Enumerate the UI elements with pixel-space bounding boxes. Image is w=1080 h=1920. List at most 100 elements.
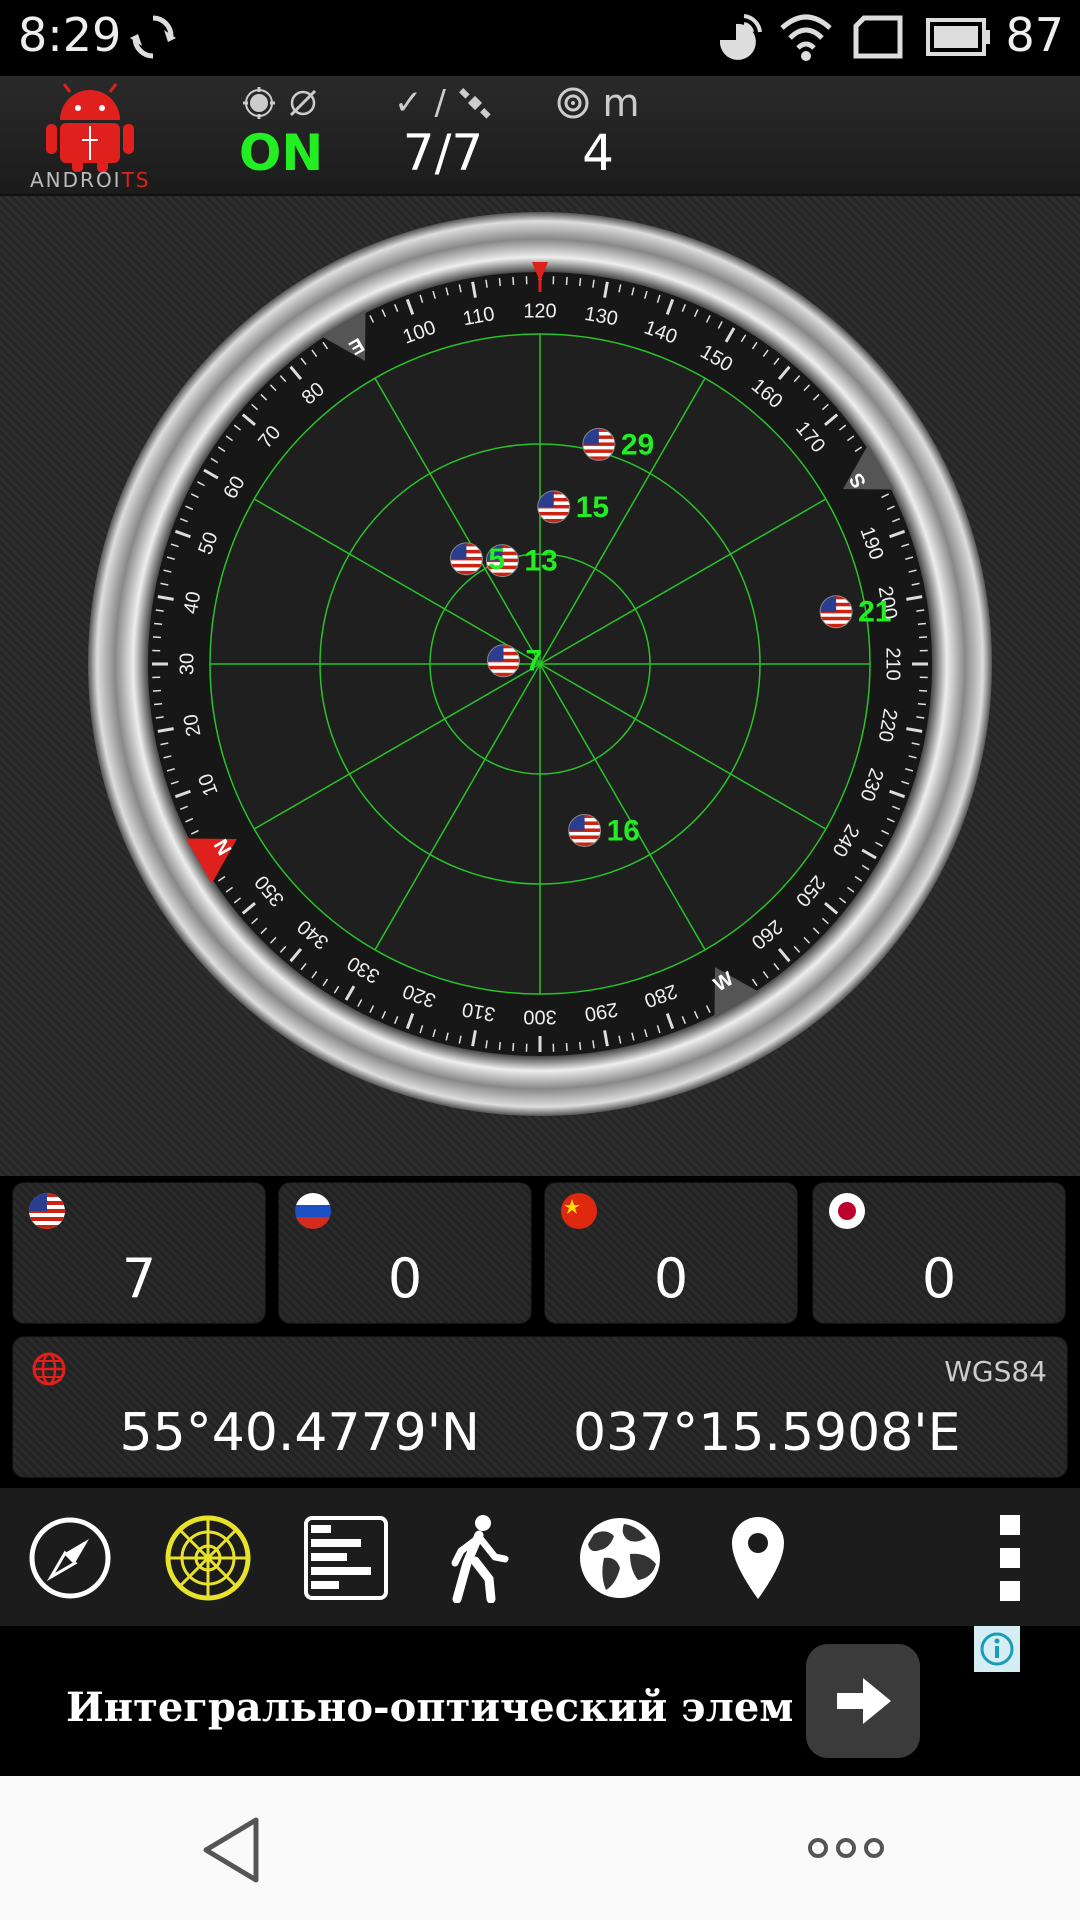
accuracy-value: 4 bbox=[582, 124, 614, 182]
us-flag-icon bbox=[29, 1193, 65, 1229]
constellation-card-glonass: 0 bbox=[278, 1182, 532, 1324]
signal-bars-icon bbox=[304, 1516, 388, 1600]
tablet-icon bbox=[853, 15, 903, 59]
datum-label: WGS84 bbox=[944, 1355, 1047, 1388]
compass-tick bbox=[565, 276, 568, 285]
satellite-5[interactable]: 5 bbox=[449, 542, 505, 576]
location-icon bbox=[719, 14, 762, 60]
qzss-count: 0 bbox=[921, 1247, 957, 1310]
globe-button[interactable] bbox=[572, 1510, 668, 1606]
compass-tick bbox=[917, 702, 926, 706]
more-options-button[interactable] bbox=[806, 1836, 886, 1860]
gps-fix-icon bbox=[243, 87, 275, 119]
satellite-prn-label: 15 bbox=[576, 491, 609, 524]
compass-icon bbox=[29, 1517, 111, 1599]
sync-icon bbox=[130, 15, 176, 59]
satellite-prn-label: 5 bbox=[488, 543, 505, 576]
satellite-prn-label: 29 bbox=[621, 428, 654, 461]
satellite-prn-label: 13 bbox=[524, 545, 557, 578]
accuracy-unit: m bbox=[602, 81, 640, 125]
compass-tick bbox=[919, 636, 928, 639]
glonass-count: 0 bbox=[387, 1247, 423, 1310]
compass-button[interactable] bbox=[22, 1510, 118, 1606]
android-robot-icon bbox=[46, 83, 134, 172]
compass-tick bbox=[498, 278, 502, 287]
signal-bars-button[interactable] bbox=[298, 1510, 394, 1606]
overflow-menu-button[interactable] bbox=[962, 1510, 1058, 1606]
bottom-toolbar bbox=[0, 1488, 1080, 1626]
satellite-radar-panel: 10 20 30 40 50 60 70 80 100 110 120 130 140 150 160 170… bbox=[0, 196, 1080, 1176]
gps-off-icon bbox=[289, 89, 317, 117]
beidou-count: 0 bbox=[653, 1247, 689, 1310]
walking-icon bbox=[451, 1515, 509, 1603]
longitude: 037°15.5908'E bbox=[573, 1403, 961, 1463]
satellite-prn-label: 21 bbox=[858, 596, 891, 629]
app-header: ANDROITS ON ✓ / 7/7 m 4 bbox=[0, 76, 1080, 196]
gps-state-value: ON bbox=[238, 124, 324, 182]
battery-level: 87 bbox=[1005, 8, 1064, 62]
compass-tick bbox=[154, 622, 163, 626]
compass-tick bbox=[512, 1043, 515, 1052]
compass-degree-label: 20 bbox=[180, 712, 206, 738]
satellite-7[interactable]: 7 bbox=[486, 644, 542, 678]
walking-button[interactable] bbox=[432, 1510, 528, 1606]
logo-text: ANDROITS bbox=[30, 168, 151, 192]
globe-icon bbox=[580, 1518, 660, 1598]
satellite-prn-label: 16 bbox=[607, 814, 640, 847]
latitude: 55°40.4779'N bbox=[119, 1403, 480, 1463]
accuracy-icon bbox=[557, 87, 589, 119]
radar-button[interactable] bbox=[160, 1510, 256, 1606]
compass-degree-label: 300 bbox=[523, 1006, 556, 1028]
position-card[interactable]: WGS84 55°40.4779'N 037°15.5908'E bbox=[12, 1336, 1068, 1478]
battery-icon bbox=[926, 18, 990, 56]
accuracy-group: m 4 bbox=[548, 80, 648, 180]
compass-tick bbox=[154, 702, 163, 706]
overflow-menu-icon bbox=[1000, 1515, 1020, 1601]
compass-degree-label: 210 bbox=[882, 647, 904, 680]
compass-tick bbox=[578, 278, 582, 287]
radar-icon bbox=[165, 1515, 251, 1601]
sats-used-group: ✓ / 7/7 bbox=[388, 80, 498, 180]
compass-degree-label: 30 bbox=[176, 653, 198, 675]
satellite-prn-label: 7 bbox=[525, 645, 542, 678]
ad-text[interactable]: Интегрально-оптический элемент bbox=[66, 1684, 792, 1731]
ad-info-button[interactable] bbox=[974, 1626, 1020, 1672]
status-time: 8:29 bbox=[18, 8, 122, 62]
globe-small-icon bbox=[32, 1352, 66, 1386]
compass-degree-label: 120 bbox=[523, 300, 556, 322]
satellite-icon bbox=[459, 88, 491, 119]
ad-banner[interactable]: Интегрально-оптический элемент bbox=[0, 1626, 1080, 1776]
ad-arrow-button[interactable] bbox=[806, 1644, 920, 1758]
system-nav-bar bbox=[0, 1776, 1080, 1920]
wifi-icon bbox=[780, 14, 832, 61]
back-button[interactable] bbox=[200, 1816, 264, 1884]
gps-count: 7 bbox=[121, 1247, 157, 1310]
status-bar: 8:29 87 bbox=[0, 0, 1080, 76]
sats-used-value: 7/7 bbox=[402, 124, 484, 182]
slash-separator: / bbox=[434, 83, 446, 123]
check-icon: ✓ bbox=[394, 83, 423, 123]
compass-tick bbox=[152, 636, 161, 639]
compass-tick bbox=[512, 276, 515, 285]
arrow-right-icon bbox=[837, 1678, 891, 1724]
ru-flag-icon bbox=[295, 1193, 331, 1229]
compass-tick bbox=[578, 1041, 582, 1050]
satellite-radar[interactable]: 1020304050607080100 110 120 130 140150160170… bbox=[0, 196, 1080, 1176]
compass-tick bbox=[919, 689, 928, 692]
jp-flag-icon bbox=[829, 1193, 865, 1229]
map-pin-icon bbox=[732, 1517, 784, 1599]
map-pin-button[interactable] bbox=[710, 1510, 806, 1606]
compass-tick bbox=[498, 1041, 502, 1050]
compass-tick bbox=[152, 689, 161, 692]
compass-degree-label: 40 bbox=[180, 590, 206, 616]
constellation-card-gps: 7 bbox=[12, 1182, 266, 1324]
constellation-card-qzss: 0 bbox=[812, 1182, 1066, 1324]
cn-flag-icon bbox=[561, 1193, 597, 1229]
gps-state-group: ON bbox=[226, 80, 336, 180]
androits-logo: ANDROITS bbox=[28, 82, 153, 192]
compass-tick bbox=[565, 1043, 568, 1052]
constellation-card-beidou: 0 bbox=[544, 1182, 798, 1324]
coordinates: 55°40.4779'N 037°15.5908'E bbox=[13, 1403, 1067, 1463]
compass-tick bbox=[917, 622, 926, 626]
info-icon bbox=[980, 1632, 1014, 1666]
